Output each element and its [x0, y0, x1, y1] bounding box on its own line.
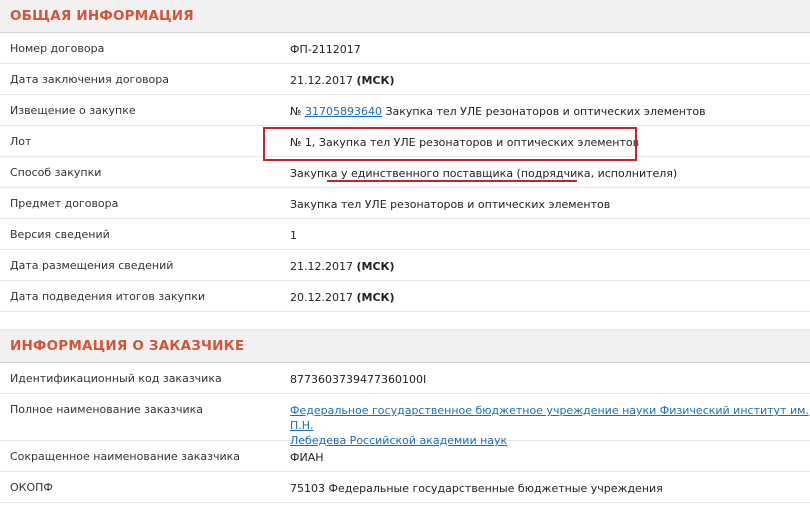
table-row: Предмет договора Закупка тел УЛЕ резонат…: [0, 188, 810, 219]
table-row: ОКОПФ 75103 Федеральные государственные …: [0, 472, 810, 503]
row-label: Лот: [10, 135, 32, 148]
lot-value: № 1, Закупка тел УЛЕ резонаторов и оптич…: [290, 136, 640, 149]
row-label: ОКОПФ: [10, 481, 53, 494]
results-date: 20.12.2017 (МСК): [290, 291, 395, 304]
procurement-method: Закупка у единственного поставщика (подр…: [290, 167, 678, 180]
row-label: Дата размещения сведений: [10, 259, 174, 272]
table-row: Сокращенное наименование заказчика ФИАН: [0, 441, 810, 472]
customer-id-code: 8773603739477360100I: [290, 373, 427, 386]
section-title: ИНФОРМАЦИЯ О ЗАКАЗЧИКЕ: [10, 338, 245, 354]
row-label: Полное наименование заказчика: [10, 403, 203, 416]
procurement-notice: № 31705893640 Закупка тел УЛЕ резонаторо…: [290, 105, 706, 118]
table-row: Лот № 1, Закупка тел УЛЕ резонаторов и о…: [0, 126, 810, 161]
publish-date: 21.12.2017 (МСК): [290, 260, 395, 273]
contract-date: 21.12.2017 (МСК): [290, 74, 395, 87]
row-label: Дата заключения договора: [10, 73, 170, 86]
customer-info-header: ИНФОРМАЦИЯ О ЗАКАЗЧИКЕ: [0, 330, 810, 363]
section-spacer: [0, 312, 810, 330]
table-row: Полное наименование заказчика Федерально…: [0, 394, 810, 447]
row-label: Идентификационный код заказчика: [10, 372, 222, 385]
contract-number: ФП-2112017: [290, 43, 361, 56]
info-version: 1: [290, 229, 297, 242]
table-row: Способ закупки Закупка у единственного п…: [0, 157, 810, 188]
table-row: Версия сведений 1: [0, 219, 810, 250]
table-row: Дата подведения итогов закупки 20.12.201…: [0, 281, 810, 312]
row-label: Сокращенное наименование заказчика: [10, 450, 241, 463]
row-label: Номер договора: [10, 42, 105, 55]
table-row: Идентификационный код заказчика 87736037…: [0, 363, 810, 394]
okopf-value: 75103 Федеральные государственные бюджет…: [290, 482, 663, 495]
contract-subject: Закупка тел УЛЕ резонаторов и оптических…: [290, 198, 611, 211]
table-row: Извещение о закупке № 31705893640 Закупк…: [0, 95, 810, 126]
row-label: Предмет договора: [10, 197, 119, 210]
general-info-section: ОБЩАЯ ИНФОРМАЦИЯ Номер договора ФП-21120…: [0, 0, 810, 312]
row-label: Извещение о закупке: [10, 104, 136, 117]
row-label: Способ закупки: [10, 166, 102, 179]
customer-info-section: ИНФОРМАЦИЯ О ЗАКАЗЧИКЕ Идентификационный…: [0, 330, 810, 503]
section-title: ОБЩАЯ ИНФОРМАЦИЯ: [10, 8, 194, 24]
row-label: Версия сведений: [10, 228, 110, 241]
table-row: Дата размещения сведений 21.12.2017 (МСК…: [0, 250, 810, 281]
table-row: Номер договора ФП-2112017: [0, 33, 810, 64]
row-label: Дата подведения итогов закупки: [10, 290, 206, 303]
table-row: Дата заключения договора 21.12.2017 (МСК…: [0, 64, 810, 95]
general-info-header: ОБЩАЯ ИНФОРМАЦИЯ: [0, 0, 810, 33]
customer-short-name: ФИАН: [290, 451, 324, 464]
notice-number-link[interactable]: 31705893640: [305, 105, 382, 118]
